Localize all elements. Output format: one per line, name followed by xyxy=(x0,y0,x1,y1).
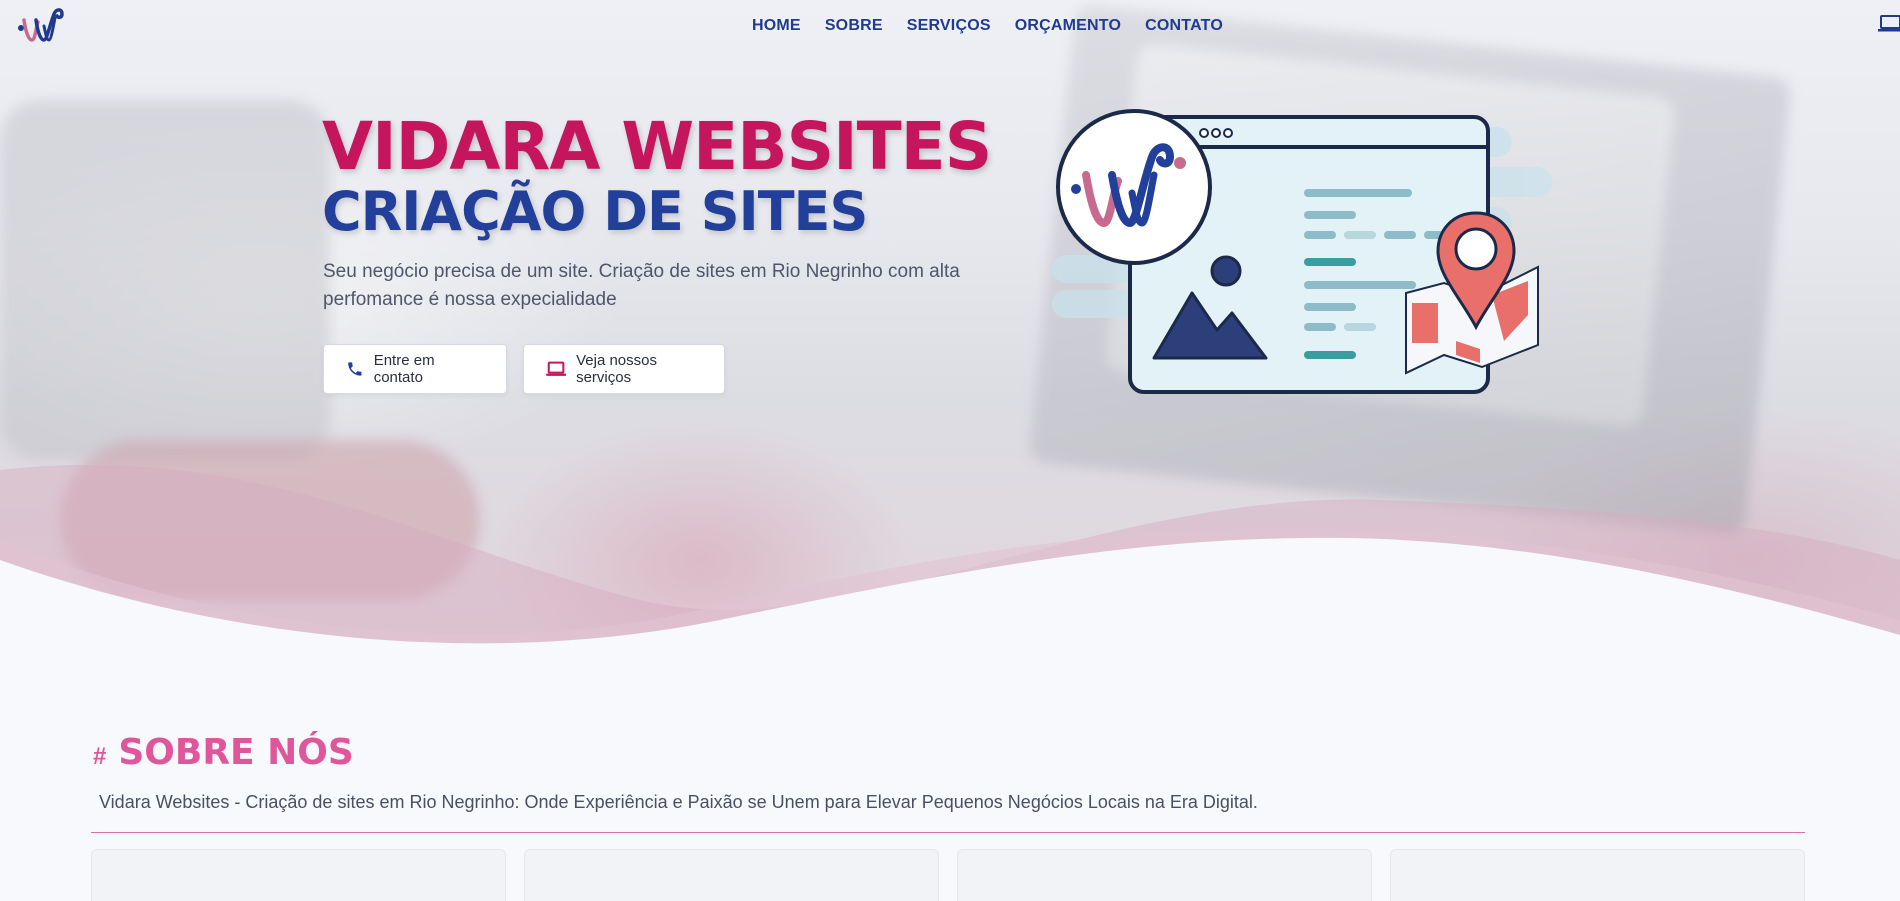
nav-item-home[interactable]: HOME xyxy=(752,17,801,35)
laptop-icon xyxy=(546,361,567,376)
nav-item-contato[interactable]: CONTATO xyxy=(1145,17,1223,35)
hero-title: VIDARA WEBSITES xyxy=(322,108,992,185)
services-button-label: Veja nossos serviços xyxy=(576,352,657,386)
nav-item-orcamento[interactable]: ORÇAMENTO xyxy=(1015,17,1121,35)
sobre-card xyxy=(91,849,506,901)
hero-description: Seu negócio precisa de um site. Criação … xyxy=(323,261,960,310)
sobre-title-text: SOBRE NÓS xyxy=(118,732,354,773)
sobre-card xyxy=(957,849,1372,901)
sobre-card xyxy=(1390,849,1805,901)
laptop-icon[interactable] xyxy=(1878,14,1900,32)
hero-wave-divider xyxy=(0,464,1900,670)
sobre-section-title: # SOBRE NÓS xyxy=(93,732,354,773)
sobre-description: Vidara Websites - Criação de sites em Ri… xyxy=(99,792,1258,812)
nav-item-servicos[interactable]: SERVIÇOS xyxy=(907,17,991,35)
main-menu: HOME SOBRE SERVIÇOS ORÇAMENTO CONTATO xyxy=(752,17,1247,35)
section-divider xyxy=(91,832,1805,833)
vidara-logo-icon[interactable] xyxy=(16,4,68,46)
website-location-illustration xyxy=(1052,109,1552,394)
sobre-cards xyxy=(91,849,1805,901)
sobre-card xyxy=(524,849,939,901)
background-blur-shape xyxy=(0,100,330,460)
contact-button-label: Entre em contato xyxy=(373,352,435,386)
top-navigation: HOME SOBRE SERVIÇOS ORÇAMENTO CONTATO xyxy=(0,0,1900,52)
section-hash-icon: # xyxy=(93,743,107,770)
phone-icon xyxy=(348,362,362,376)
nav-item-sobre[interactable]: SOBRE xyxy=(825,17,883,35)
contact-button[interactable]: Entre em contato xyxy=(323,344,507,394)
hero-subtitle-heading: CRIAÇÃO DE SITES xyxy=(322,180,868,243)
services-button[interactable]: Veja nossos serviços xyxy=(523,344,725,394)
